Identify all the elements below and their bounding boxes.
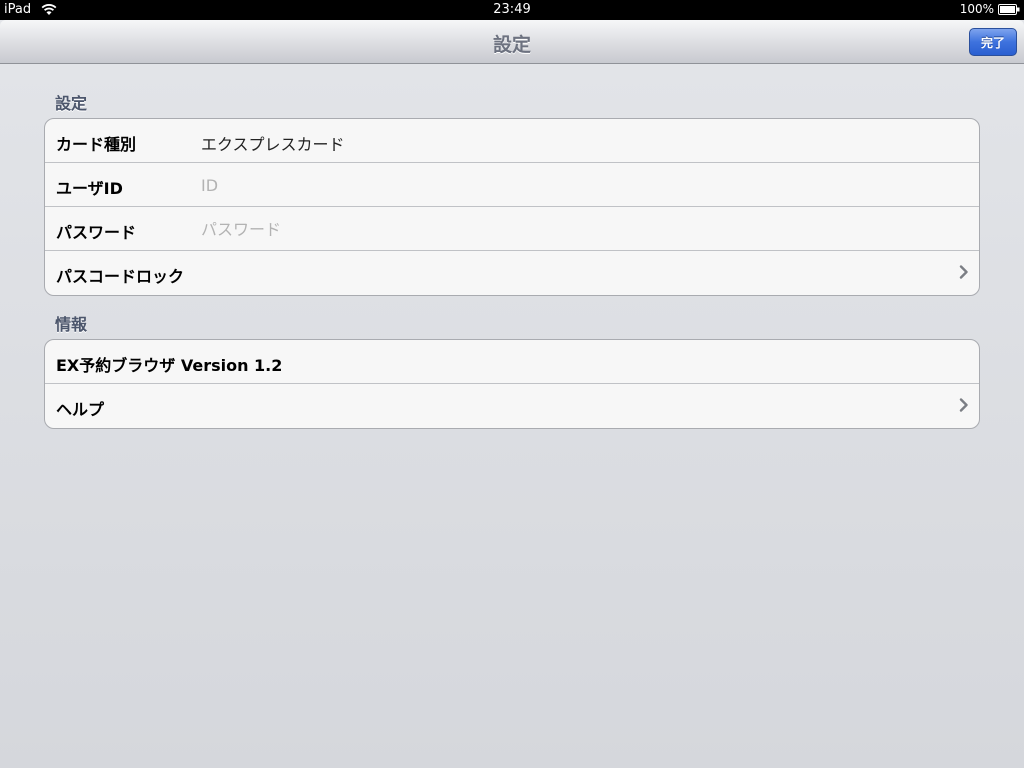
passcode-lock-label: パスコードロック [56, 267, 185, 286]
battery-percentage: 100% [959, 2, 994, 16]
battery-icon [998, 4, 1020, 15]
version-label: EX予約ブラウザ Version 1.2 [56, 356, 283, 375]
help-row[interactable]: ヘルプ [45, 384, 979, 428]
info-group: EX予約ブラウザ Version 1.2 ヘルプ [44, 339, 980, 429]
password-input[interactable] [195, 215, 955, 243]
user-id-label: ユーザID [56, 179, 123, 198]
user-id-row: ユーザID [45, 163, 979, 207]
card-type-row[interactable]: カード種別 エクスプレスカード [45, 119, 979, 163]
navigation-bar: 設定 完了 [0, 20, 1024, 64]
section-header-settings: 設定 [55, 94, 88, 113]
passcode-lock-row[interactable]: パスコードロック [45, 251, 979, 295]
status-bar: iPad 23:49 100% [0, 0, 1024, 20]
status-time: 23:49 [493, 2, 531, 17]
password-label: パスワード [56, 223, 137, 242]
chevron-right-icon [959, 265, 968, 279]
page-title: 設定 [492, 34, 531, 56]
section-header-info: 情報 [55, 315, 88, 334]
help-label: ヘルプ [56, 400, 105, 419]
chevron-right-icon [959, 398, 968, 412]
card-type-label: カード種別 [56, 135, 137, 154]
user-id-input[interactable] [195, 171, 955, 199]
settings-group: カード種別 エクスプレスカード ユーザID パスワード パスコードロック [44, 118, 980, 296]
done-button[interactable]: 完了 [969, 28, 1017, 56]
card-type-value: エクスプレスカード [201, 135, 345, 154]
version-row: EX予約ブラウザ Version 1.2 [45, 340, 979, 384]
password-row: パスワード [45, 207, 979, 251]
